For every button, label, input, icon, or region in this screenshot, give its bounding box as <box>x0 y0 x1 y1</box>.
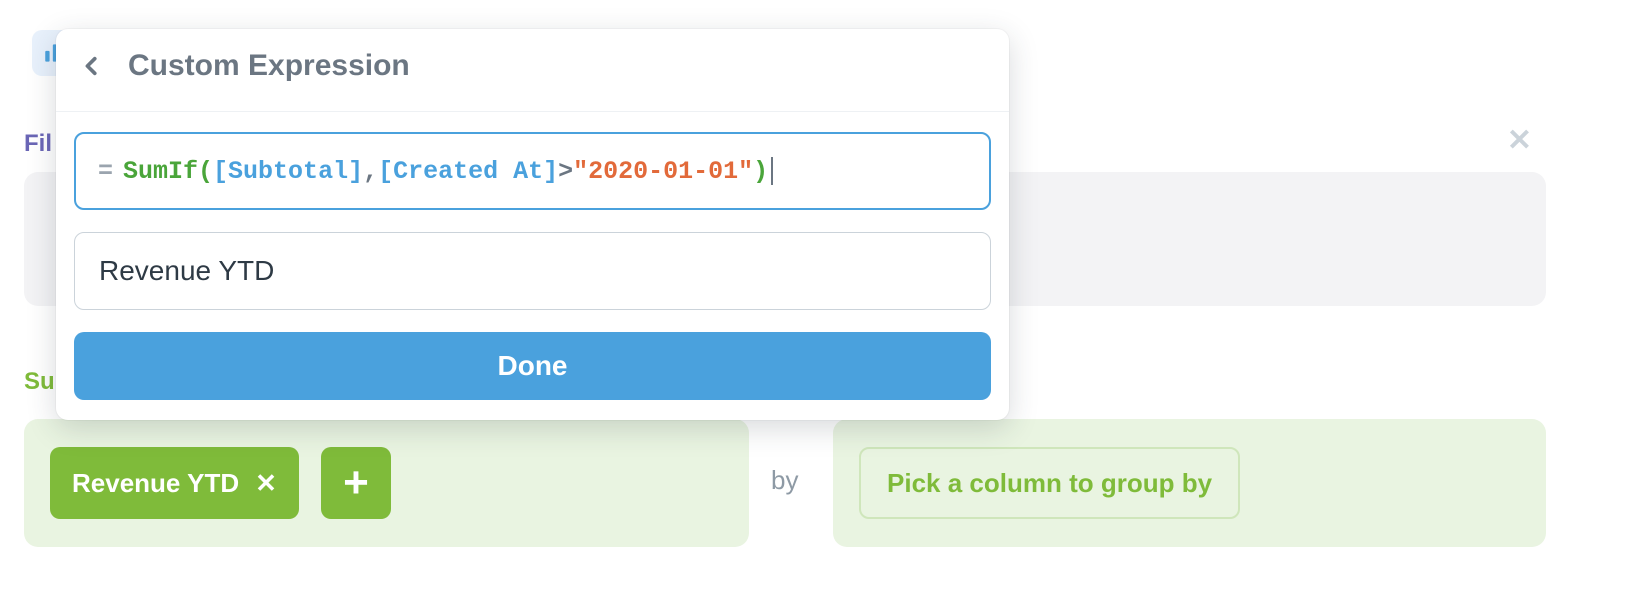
expression-string: "2020-01-01" <box>573 157 753 186</box>
plus-icon: + <box>343 458 369 508</box>
expression-open-paren: ( <box>198 157 213 186</box>
expression-field-2: [Created At] <box>378 157 558 186</box>
metric-chip-label: Revenue YTD <box>72 468 239 499</box>
popover-title: Custom Expression <box>128 49 410 83</box>
group-by-label: Pick a column to group by <box>887 468 1212 499</box>
expression-name-input[interactable] <box>97 254 968 288</box>
summarize-panel-right: Pick a column to group by <box>833 419 1546 547</box>
done-button[interactable]: Done <box>74 332 991 400</box>
by-label: by <box>771 465 798 496</box>
expression-operator: > <box>558 157 573 186</box>
back-button[interactable] <box>78 52 106 80</box>
expression-equals: = <box>98 157 113 186</box>
expression-function: SumIf <box>123 157 198 186</box>
expression-close-paren: ) <box>753 157 768 186</box>
summarize-panel-left: Revenue YTD ✕ + <box>24 419 749 547</box>
expression-input[interactable]: = SumIf ( [Subtotal] , [Created At] > "2… <box>74 132 991 210</box>
remove-metric-icon[interactable]: ✕ <box>255 470 277 496</box>
filter-section-label: Fil <box>24 130 52 158</box>
expression-field-1: [Subtotal] <box>213 157 363 186</box>
metric-chip-revenue-ytd[interactable]: Revenue YTD ✕ <box>50 447 299 519</box>
name-input-wrapper <box>74 232 991 310</box>
expression-comma: , <box>363 157 378 186</box>
custom-expression-popover: Custom Expression = SumIf ( [Subtotal] ,… <box>56 29 1009 420</box>
chevron-left-icon <box>81 55 103 77</box>
close-icon[interactable]: ✕ <box>1507 126 1532 156</box>
group-by-button[interactable]: Pick a column to group by <box>859 447 1240 519</box>
done-button-label: Done <box>498 350 568 382</box>
text-caret <box>771 157 773 185</box>
popover-header: Custom Expression <box>56 29 1009 112</box>
add-metric-button[interactable]: + <box>321 447 391 519</box>
summarize-section-label: Su <box>24 368 55 396</box>
